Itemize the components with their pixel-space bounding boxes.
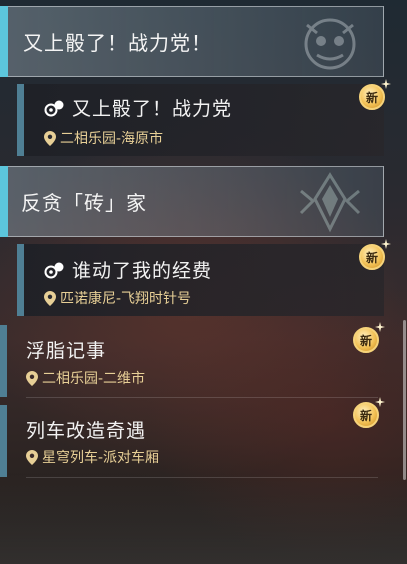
quest-accent-bar [17, 244, 24, 316]
location-pin-icon [44, 130, 56, 146]
quest-name: 浮脂记事 [26, 340, 107, 362]
quest-item[interactable]: 浮脂记事 二相乐园-二维市 新 [0, 322, 385, 398]
quest-location-row: 二相乐园-二维市 [26, 368, 145, 388]
quest-location-row: 星穹列车-派对车厢 [26, 447, 159, 467]
quest-location-row: 匹诺康尼-飞翔时针号 [44, 288, 191, 308]
sparkle-icon [375, 322, 385, 332]
new-badge: 新 [359, 79, 391, 112]
quest-type-icon [44, 262, 64, 278]
divider [26, 397, 378, 398]
quest-location-row: 二相乐园-海原市 [44, 128, 163, 148]
new-badge: 新 [353, 322, 385, 355]
category-emblem-icon [299, 172, 361, 233]
quest-accent-bar [0, 405, 7, 477]
category-header-zhanlidang[interactable]: 又上骰了！战力党！ [0, 6, 384, 77]
quest-location: 二相乐园-海原市 [60, 131, 164, 147]
quest-name-row: 谁动了我的经费 [44, 256, 212, 283]
quest-name: 又上骰了！战力党 [72, 98, 233, 120]
location-pin-icon [44, 290, 56, 306]
scrollbar[interactable] [403, 320, 406, 480]
new-badge: 新 [353, 397, 385, 430]
quest-item[interactable]: 谁动了我的经费 匹诺康尼-飞翔时针号 新 [0, 239, 391, 316]
quest-location: 匹诺康尼-飞翔时针号 [60, 291, 192, 307]
category-title: 又上骰了！战力党！ [23, 31, 212, 55]
quest-item[interactable]: 又上骰了！战力党 二相乐园-海原市 新 [0, 79, 391, 156]
category-title: 反贪「砖」家 [21, 191, 147, 215]
location-pin-icon [26, 449, 38, 465]
quest-name-row: 浮脂记事 [26, 336, 106, 363]
sparkle-icon [375, 397, 385, 407]
location-pin-icon [26, 370, 38, 386]
quest-type-icon [44, 100, 64, 116]
quest-name: 谁动了我的经费 [72, 260, 213, 282]
quest-name: 列车改造奇遇 [26, 420, 147, 442]
quest-location: 二相乐园-二维市 [42, 371, 146, 387]
quest-name-row: 列车改造奇遇 [26, 416, 146, 443]
category-accent-bar [0, 166, 8, 237]
category-accent-bar [0, 6, 8, 77]
quest-item[interactable]: 列车改造奇遇 星穹列车-派对车厢 新 [0, 397, 385, 478]
category-emblem-icon [304, 18, 356, 70]
quest-accent-bar [0, 325, 7, 397]
category-header-fantan[interactable]: 反贪「砖」家 [0, 166, 384, 237]
sparkle-icon [381, 239, 391, 249]
sparkle-icon [381, 79, 391, 89]
quest-name-row: 又上骰了！战力党 [44, 94, 232, 121]
quest-location: 星穹列车-派对车厢 [42, 450, 160, 466]
quest-accent-bar [17, 84, 24, 156]
new-badge: 新 [359, 239, 391, 272]
bottom-fade [0, 474, 407, 564]
